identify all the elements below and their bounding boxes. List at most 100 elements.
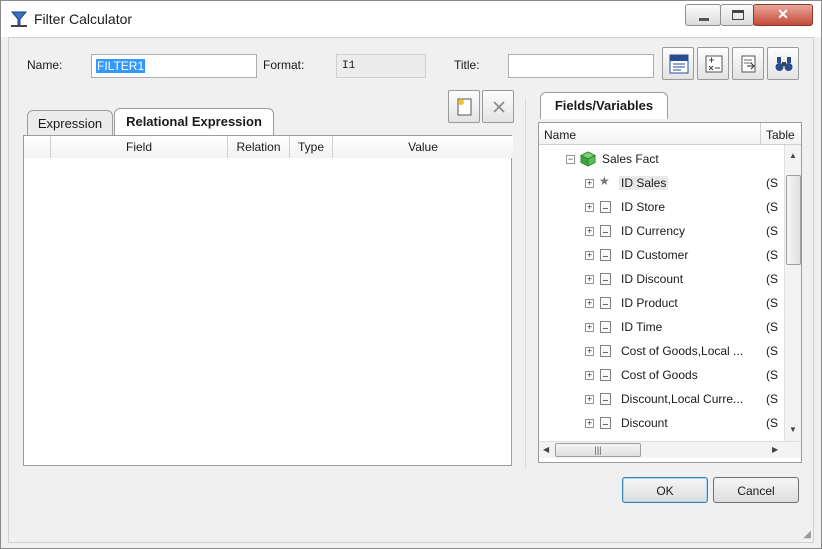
tree-root-sales-fact[interactable]: − Sales Fact [539, 149, 784, 169]
find-button[interactable] [767, 47, 799, 80]
expand-icon[interactable]: + [585, 419, 594, 428]
tree-item-table: (S [766, 200, 778, 214]
horizontal-scrollbar[interactable]: ◀ ||| ▶ [539, 441, 801, 458]
calculator-button[interactable] [697, 47, 729, 80]
grid-col-relation[interactable]: Relation [228, 136, 290, 158]
title-input[interactable] [508, 54, 654, 78]
field-icon [600, 417, 611, 429]
close-button[interactable]: ✕ [753, 4, 813, 26]
filter-funnel-icon [10, 11, 28, 27]
title-bar[interactable]: Filter Calculator ✕ [1, 1, 821, 37]
window-title: Filter Calculator [34, 11, 133, 27]
cube-icon [580, 151, 596, 167]
tree-item[interactable]: + ID Time (S [539, 317, 784, 337]
sql-icon [669, 54, 689, 74]
grid-col-value[interactable]: Value [333, 136, 513, 158]
format-field[interactable]: I1 [336, 54, 426, 78]
field-icon [600, 201, 611, 213]
collapse-icon[interactable]: − [566, 155, 575, 164]
tree-item[interactable]: + ID Discount (S [539, 269, 784, 289]
expand-icon[interactable]: + [585, 275, 594, 284]
tree-col-divider [760, 123, 761, 145]
tree-item-label: ID Sales [619, 176, 669, 190]
tree-item-label: ID Product [621, 296, 678, 310]
tree-item[interactable]: + ID Product (S [539, 293, 784, 313]
field-icon [600, 273, 611, 285]
grid-col-field[interactable]: Field [51, 136, 228, 158]
expand-icon[interactable]: + [585, 251, 594, 260]
vertical-scrollbar[interactable]: ▲ ▼ [784, 145, 801, 441]
tree-item-label: Cost of Goods,Local ... [621, 344, 744, 358]
title-label: Title: [454, 58, 480, 72]
sql-button[interactable] [662, 47, 694, 80]
expand-icon[interactable]: + [585, 299, 594, 308]
delete-icon [493, 101, 505, 113]
tree-item[interactable]: + ID Customer (S [539, 245, 784, 265]
binoculars-icon [775, 57, 793, 71]
scroll-right-icon[interactable]: ▶ [772, 445, 778, 454]
tree-item-label: ID Store [621, 200, 666, 214]
cancel-button[interactable]: Cancel [713, 477, 799, 503]
expand-icon[interactable]: + [585, 203, 594, 212]
tree-item-label: Discount [621, 416, 668, 430]
tree-col-name[interactable]: Name [544, 128, 576, 142]
tree-item-table: (S [766, 416, 778, 430]
tab-fields-variables[interactable]: Fields/Variables [540, 92, 668, 119]
expand-icon[interactable]: + [585, 371, 594, 380]
tree-item[interactable]: + Cost of Goods,Local ... (S [539, 341, 784, 361]
field-icon [600, 393, 611, 405]
delete-expression-button[interactable] [482, 90, 514, 123]
scroll-up-icon[interactable]: ▲ [789, 151, 797, 160]
tree-item[interactable]: + ID Currency (S [539, 221, 784, 241]
new-document-icon [457, 98, 472, 116]
vertical-scroll-thumb[interactable] [786, 175, 801, 265]
field-icon [600, 225, 611, 237]
tree-col-table[interactable]: Table [766, 128, 795, 142]
minimize-button[interactable] [685, 4, 721, 26]
expand-icon[interactable]: + [585, 347, 594, 356]
scroll-down-icon[interactable]: ▼ [789, 425, 797, 434]
calculator-icon [705, 55, 723, 73]
field-icon [600, 321, 611, 333]
grid-col-type[interactable]: Type [290, 136, 333, 158]
fields-tree-panel[interactable]: Name Table − Sales Fact + ★ ID Sales (S [538, 122, 802, 463]
maximize-button[interactable] [720, 4, 754, 26]
tab-relational-expression[interactable]: Relational Expression [114, 108, 274, 135]
ok-button[interactable]: OK [622, 477, 708, 503]
field-icon [600, 297, 611, 309]
scroll-left-icon[interactable]: ◀ [543, 445, 549, 454]
tree-item[interactable]: + ID Store (S [539, 197, 784, 217]
tree-item[interactable]: + Discount,Local Curre... (S [539, 389, 784, 409]
tree-item-label: ID Time [621, 320, 663, 334]
relational-expression-grid[interactable]: Field Relation Type Value [23, 135, 513, 466]
tree-item-label: Discount,Local Curre... [621, 392, 744, 406]
tree-item-table: (S [766, 248, 778, 262]
tree-item-label: ID Discount [621, 272, 684, 286]
dialog-body: Name: FILTER1 Format: I1 Title: Expressi… [8, 37, 814, 543]
tree-item[interactable]: + Discount (S [539, 413, 784, 433]
new-expression-button[interactable] [448, 90, 480, 123]
field-icon [600, 369, 611, 381]
splitter[interactable] [525, 98, 526, 468]
edit-icon [741, 55, 756, 73]
tree-item-table: (S [766, 392, 778, 406]
tree-item[interactable]: + Cost of Goods (S [539, 365, 784, 385]
expand-icon[interactable]: + [585, 179, 594, 188]
name-label: Name: [27, 58, 63, 72]
resize-grip-icon[interactable]: ◢ [803, 529, 811, 540]
edit-button[interactable] [732, 47, 764, 80]
tree-root-label: Sales Fact [602, 152, 659, 166]
minimize-icon [699, 18, 709, 21]
expand-icon[interactable]: + [585, 395, 594, 404]
expand-icon[interactable]: + [585, 323, 594, 332]
name-input[interactable]: FILTER1 [91, 54, 257, 78]
tab-expression[interactable]: Expression [27, 110, 113, 135]
expand-icon[interactable]: + [585, 227, 594, 236]
close-icon: ✕ [777, 6, 789, 22]
tree-header: Name Table [539, 123, 801, 145]
tree-item[interactable]: + ★ ID Sales (S [539, 173, 784, 193]
tree-item-table: (S [766, 272, 778, 286]
tree-item-label: ID Customer [621, 248, 689, 262]
horizontal-scroll-thumb[interactable]: ||| [555, 443, 641, 457]
tree-item-table: (S [766, 368, 778, 382]
